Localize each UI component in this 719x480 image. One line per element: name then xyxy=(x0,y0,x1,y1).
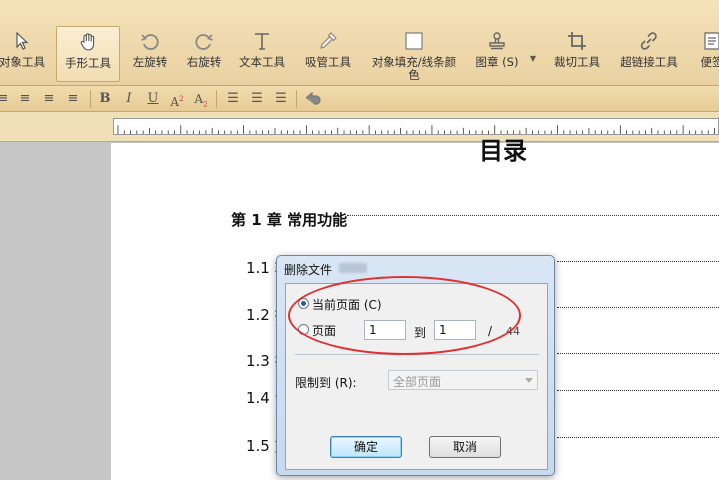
canvas-margin xyxy=(0,143,111,480)
main-toolbar: 对象工具 手形工具 左旋转 右旋转 文本工具 吸管工具 对象填充/线条颜 色 图… xyxy=(0,0,719,86)
highlight-ellipse xyxy=(288,276,521,355)
toc-leader xyxy=(557,437,719,438)
ruler-area xyxy=(0,112,719,142)
text-tool-button[interactable]: 文本工具 xyxy=(234,26,290,86)
toc-leader xyxy=(557,353,719,354)
chapter-title: 第 1 章 常用功能 xyxy=(231,211,348,229)
line-spacing-icon[interactable]: ☰ xyxy=(224,90,242,108)
hand-tool-button[interactable]: 手形工具 xyxy=(56,26,120,82)
rotate-left-button[interactable]: 左旋转 xyxy=(126,26,174,86)
hyperlink-tool-button[interactable]: 超链接工具 xyxy=(614,26,684,86)
eyedropper-icon xyxy=(320,32,337,49)
rotate-right-icon xyxy=(195,34,213,50)
toolbar-divider xyxy=(296,90,297,108)
subscript-icon[interactable]: A2 xyxy=(192,90,210,108)
hand-icon xyxy=(80,33,95,51)
paragraph-spacing-icon[interactable]: ☰ xyxy=(248,90,266,108)
limit-to-label: 限制到 (R): xyxy=(295,376,357,390)
toolbar-divider xyxy=(90,90,91,108)
app-window: 对象工具 手形工具 左旋转 右旋转 文本工具 吸管工具 对象填充/线条颜 色 图… xyxy=(0,0,719,480)
align-right-icon[interactable]: ≡ xyxy=(40,90,58,108)
tool-label: 超链接工具 xyxy=(620,55,678,69)
tool-label: 文本工具 xyxy=(239,55,285,69)
rotate-right-button[interactable]: 右旋转 xyxy=(180,26,228,86)
underline-button[interactable]: U xyxy=(144,90,162,108)
stamp-tool-button[interactable]: 图章 (S) xyxy=(474,26,520,86)
tool-label: 裁切工具 xyxy=(554,55,600,69)
hyperlink-icon xyxy=(640,32,657,50)
toc-leader xyxy=(557,307,719,308)
limit-to-value: 全部页面 xyxy=(393,375,442,389)
tool-label: 图章 (S) xyxy=(475,55,519,69)
text-tool-icon xyxy=(255,33,269,50)
eyedropper-tool-button[interactable]: 吸管工具 xyxy=(300,26,356,86)
align-left-icon[interactable]: ≡ xyxy=(0,90,12,108)
fill-color-button[interactable]: 对象填充/线条颜 色 xyxy=(366,26,462,86)
align-justify-icon[interactable]: ≡ xyxy=(64,90,82,108)
tool-label: 吸管工具 xyxy=(305,55,351,69)
limit-to-select[interactable]: 全部页面 xyxy=(388,370,538,390)
format-toolbar: ≡ ≡ ≡ ≡ B I U A2 A2 ☰ ☰ ☰ xyxy=(0,86,719,112)
cancel-button[interactable]: 取消 xyxy=(429,436,501,458)
tool-label: 便签 xyxy=(700,55,719,69)
cursor-arrow-icon xyxy=(16,31,29,50)
fill-color-icon xyxy=(405,32,423,50)
ok-button[interactable]: 确定 xyxy=(330,436,402,458)
toc-leader xyxy=(557,261,719,262)
dialog-title: 删除文件 xyxy=(284,263,333,277)
bold-button[interactable]: B xyxy=(96,90,114,108)
tool-label: 手形工具 xyxy=(65,56,111,70)
crop-icon xyxy=(568,32,586,50)
italic-button[interactable]: I xyxy=(120,90,138,108)
sticky-note-tool-button[interactable]: 便签 xyxy=(692,26,719,86)
crop-tool-button[interactable]: 裁切工具 xyxy=(548,26,606,86)
object-tool-button[interactable]: 对象工具 xyxy=(0,26,48,86)
chevron-down-icon xyxy=(525,378,533,383)
undo-arrow-icon[interactable] xyxy=(304,90,322,108)
toc-heading: 目录 xyxy=(479,137,527,165)
toolbar-divider xyxy=(216,90,217,108)
rotate-left-icon xyxy=(141,34,159,50)
align-center-icon[interactable]: ≡ xyxy=(16,90,34,108)
blurred-title-suffix xyxy=(339,263,367,273)
toc-leader xyxy=(347,215,719,216)
tool-label: 左旋转 xyxy=(132,55,168,69)
stamp-dropdown-icon[interactable]: ▼ xyxy=(524,50,542,68)
tool-label: 对象工具 xyxy=(0,55,45,69)
toc-leader xyxy=(557,390,719,391)
tool-label: 右旋转 xyxy=(186,55,222,69)
indent-icon[interactable]: ☰ xyxy=(272,90,290,108)
superscript-icon[interactable]: A2 xyxy=(168,90,186,109)
tool-label-line2: 色 xyxy=(408,68,420,82)
horizontal-ruler xyxy=(113,118,719,135)
stamp-icon xyxy=(489,32,505,50)
sticky-note-icon xyxy=(704,32,719,50)
